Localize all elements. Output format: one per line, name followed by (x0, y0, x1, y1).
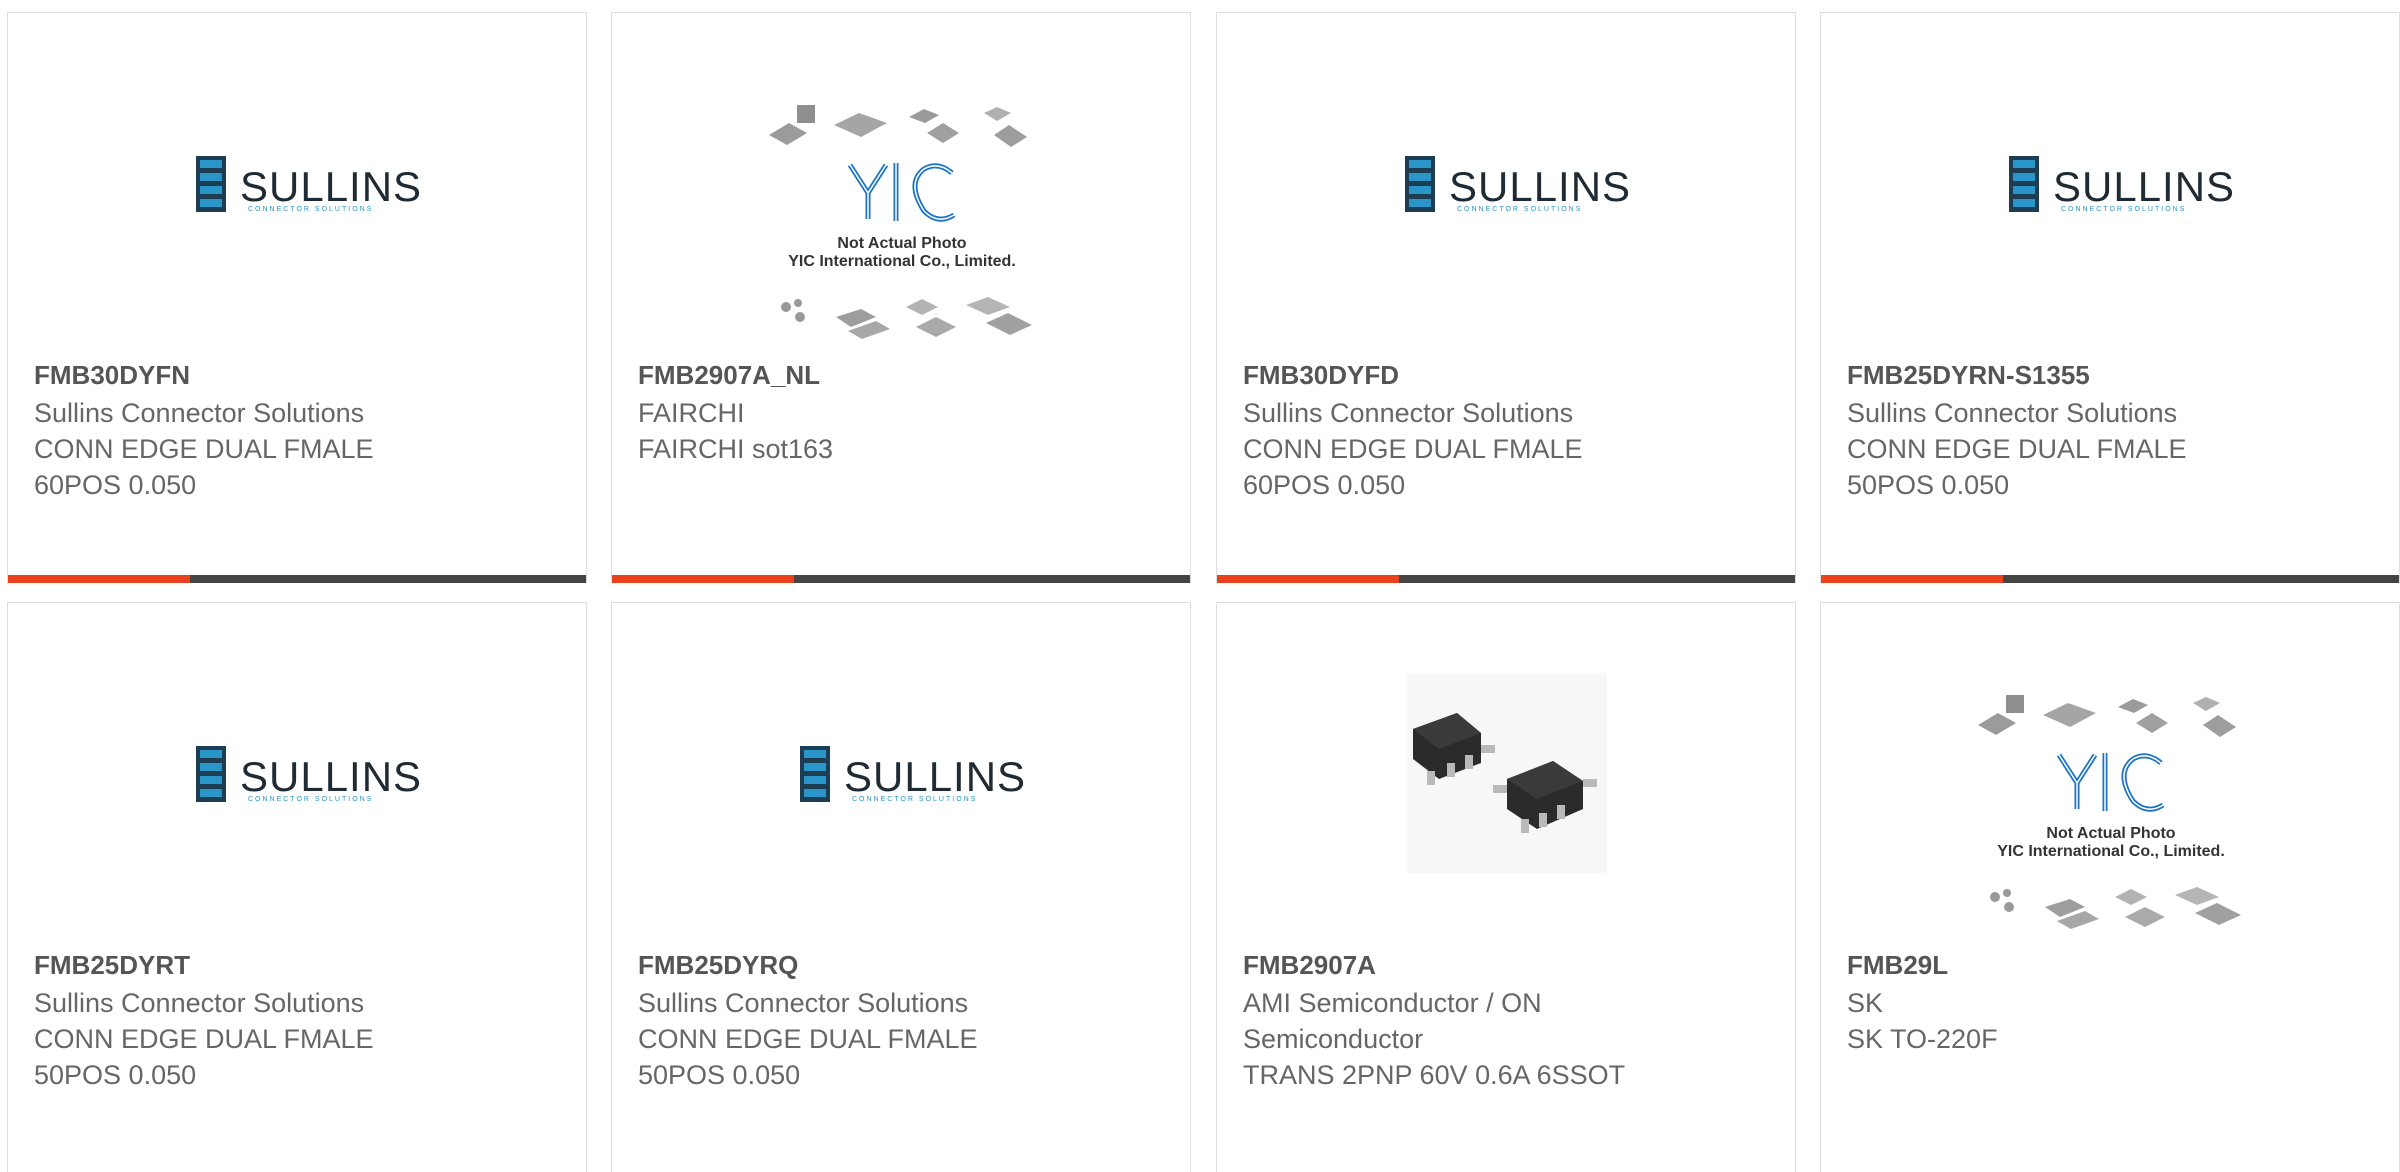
manufacturer: Sullins Connector Solutions (1847, 398, 2178, 428)
sullins-logo: SULLINS CONNECTOR SOLUTIONS (2009, 156, 2235, 213)
sullins-logo: SULLINS CONNECTOR SOLUTIONS (196, 746, 422, 803)
description-line: CONN EDGE DUAL FMALE (34, 1024, 374, 1054)
card-bar (1217, 575, 1795, 583)
product-image[interactable]: SULLINS CONNECTOR SOLUTIONS (8, 603, 586, 943)
product-card[interactable]: SULLINS CONNECTOR SOLUTIONS FMB30DYFN Su… (7, 12, 587, 583)
product-card[interactable]: FMB2907A AMI Semiconductor / ON Semicond… (1216, 602, 1796, 1172)
product-image[interactable]: Not Actual Photo YIC International Co., … (612, 13, 1190, 353)
sullins-logo: SULLINS CONNECTOR SOLUTIONS (196, 156, 422, 213)
description-line: SK TO-220F (1847, 1024, 1998, 1054)
product-card[interactable]: SULLINS CONNECTOR SOLUTIONS FMB25DYRT Su… (7, 602, 587, 1172)
svg-text:CONNECTOR SOLUTIONS: CONNECTOR SOLUTIONS (852, 796, 977, 803)
manufacturer: Sullins Connector Solutions (34, 988, 365, 1018)
description-line: 60POS 0.050 (34, 470, 197, 500)
part-number[interactable]: FMB30DYFD (1243, 355, 1775, 395)
sullins-logo-text: SULLINS (844, 753, 1026, 800)
product-card[interactable]: SULLINS CONNECTOR SOLUTIONS FMB25DYRQ Su… (611, 602, 1191, 1172)
yic-placeholder-image: Not Actual Photo YIC International Co., … (1978, 695, 2241, 929)
manufacturer: FAIRCHI (638, 398, 745, 428)
yic-logo (847, 163, 956, 222)
card-bar (1821, 575, 2399, 583)
svg-text:Not Actual Photo: Not Actual Photo (2046, 825, 2175, 842)
description-line: CONN EDGE DUAL FMALE (1243, 434, 1583, 464)
card-bar-accent (1821, 575, 2004, 583)
sullins-logo: SULLINS CONNECTOR SOLUTIONS (800, 746, 1026, 803)
manufacturer: SK (1847, 988, 1884, 1018)
yic-placeholder-image: Not Actual Photo YIC International Co., … (769, 105, 1032, 339)
svg-text:YIC International Co., Limited: YIC International Co., Limited. (788, 253, 1016, 270)
svg-text:CONNECTOR SOLUTIONS: CONNECTOR SOLUTIONS (1457, 206, 1582, 213)
card-bar-accent (612, 575, 795, 583)
part-number[interactable]: FMB29L (1847, 945, 2379, 985)
card-bar (612, 575, 1190, 583)
card-bar-accent (8, 575, 191, 583)
description-line: 50POS 0.050 (1847, 470, 2010, 500)
part-number[interactable]: FMB2907A (1243, 945, 1775, 985)
svg-text:YIC International Co., Limited: YIC International Co., Limited. (1997, 843, 2225, 860)
manufacturer: Sullins Connector Solutions (34, 398, 365, 428)
manufacturer: AMI Semiconductor / ON (1243, 988, 1542, 1018)
svg-text:Not Actual Photo: Not Actual Photo (837, 235, 966, 252)
sot-chip-photo (1407, 673, 1607, 873)
description-line: FAIRCHI sot163 (638, 434, 834, 464)
part-number[interactable]: FMB2907A_NL (638, 355, 1170, 395)
description-line: CONN EDGE DUAL FMALE (34, 434, 374, 464)
description-line: 50POS 0.050 (34, 1060, 197, 1090)
svg-text:CONNECTOR SOLUTIONS: CONNECTOR SOLUTIONS (2061, 206, 2186, 213)
manufacturer: Sullins Connector Solutions (638, 988, 969, 1018)
manufacturer: Sullins Connector Solutions (1243, 398, 1574, 428)
sullins-logo-text: SULLINS (240, 163, 422, 210)
sullins-logo: SULLINS CONNECTOR SOLUTIONS (1405, 156, 1631, 213)
product-image[interactable]: Not Actual Photo YIC International Co., … (1821, 603, 2399, 943)
svg-text:CONNECTOR SOLUTIONS: CONNECTOR SOLUTIONS (248, 796, 373, 803)
sullins-logo-text: SULLINS (2053, 163, 2235, 210)
description-line: 50POS 0.050 (638, 1060, 801, 1090)
product-image[interactable]: SULLINS CONNECTOR SOLUTIONS (1821, 13, 2399, 353)
sullins-logo-text: SULLINS (1449, 163, 1631, 210)
part-number[interactable]: FMB25DYRN-S1355 (1847, 355, 2379, 395)
card-bar (8, 575, 586, 583)
product-image[interactable]: SULLINS CONNECTOR SOLUTIONS (8, 13, 586, 353)
description-line: TRANS 2PNP 60V 0.6A 6SSOT (1243, 1060, 1626, 1090)
card-bar-accent (1217, 575, 1400, 583)
product-image[interactable]: SULLINS CONNECTOR SOLUTIONS (612, 603, 1190, 943)
product-card[interactable]: Not Actual Photo YIC International Co., … (611, 12, 1191, 583)
yic-logo (2056, 753, 2165, 812)
part-number[interactable]: FMB25DYRT (34, 945, 566, 985)
product-image[interactable]: SULLINS CONNECTOR SOLUTIONS (1217, 13, 1795, 353)
manufacturer-continued: Semiconductor (1243, 1024, 1424, 1054)
product-card[interactable]: SULLINS CONNECTOR SOLUTIONS FMB30DYFD Su… (1216, 12, 1796, 583)
product-card[interactable]: Not Actual Photo YIC International Co., … (1820, 602, 2400, 1172)
product-image[interactable] (1217, 603, 1795, 943)
description-line: CONN EDGE DUAL FMALE (638, 1024, 978, 1054)
product-grid: SULLINS CONNECTOR SOLUTIONS FMB30DYFN Su… (0, 0, 2400, 1172)
part-number[interactable]: FMB25DYRQ (638, 945, 1170, 985)
product-card[interactable]: SULLINS CONNECTOR SOLUTIONS FMB25DYRN-S1… (1820, 12, 2400, 583)
description-line: CONN EDGE DUAL FMALE (1847, 434, 2187, 464)
part-number[interactable]: FMB30DYFN (34, 355, 566, 395)
svg-text:CONNECTOR SOLUTIONS: CONNECTOR SOLUTIONS (248, 206, 373, 213)
description-line: 60POS 0.050 (1243, 470, 1406, 500)
sullins-logo-text: SULLINS (240, 753, 422, 800)
